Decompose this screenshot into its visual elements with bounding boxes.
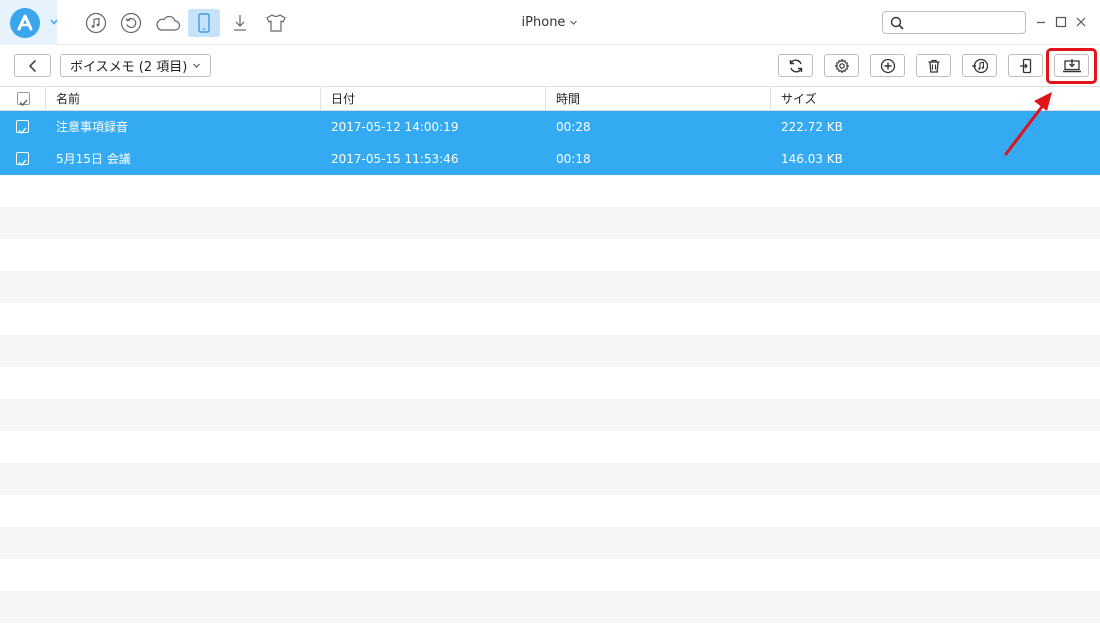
empty-row [0,431,1100,463]
empty-row [0,463,1100,495]
empty-row [0,239,1100,271]
column-header-size[interactable]: サイズ [771,87,1100,111]
select-all-cell [0,87,46,111]
search-field[interactable] [882,11,1026,34]
trash-icon [928,59,939,73]
to-device-button[interactable] [1008,54,1043,77]
maximize-icon [1055,16,1067,28]
close-icon [1076,17,1086,27]
folder-selector[interactable]: ボイスメモ (2 項目) [60,54,212,77]
title-bar: iPhone [0,0,1100,45]
search-icon [890,16,904,30]
add-button[interactable] [870,54,905,77]
to-itunes-icon [971,58,988,73]
empty-row [0,527,1100,559]
download-icon[interactable] [224,9,256,37]
empty-row [0,591,1100,623]
search-input[interactable] [909,14,1021,31]
chevron-down-icon [50,19,58,25]
row-checkbox[interactable] [16,120,29,134]
table-header: 名前 日付 時間 サイズ [0,86,1100,111]
checkmark-icon [18,127,27,134]
music-icon[interactable] [80,9,112,37]
folder-label: ボイスメモ (2 項目) [70,60,188,75]
empty-row [0,495,1100,527]
empty-row [0,175,1100,207]
empty-row [0,303,1100,335]
maximize-button[interactable] [1053,14,1069,30]
table-row[interactable]: 注意事項録音 2017-05-12 14:00:19 00:28 222.72 … [0,111,1100,143]
column-header-date[interactable]: 日付 [321,87,546,111]
tshirt-icon[interactable] [260,9,292,37]
restore-icon[interactable] [115,9,147,37]
file-table: 名前 日付 時間 サイズ 注意事項録音 2017-05-12 14:00:19 … [0,86,1100,640]
empty-row [0,559,1100,591]
column-header-duration[interactable]: 時間 [546,87,771,111]
delete-button[interactable] [916,54,951,77]
row-duration: 00:28 [556,120,591,134]
to-device-icon [1019,58,1031,73]
highlight-box [1046,48,1097,84]
row-duration: 00:18 [556,152,591,166]
row-date: 2017-05-15 11:53:46 [331,152,459,166]
cloud-icon[interactable] [152,9,184,37]
empty-row [0,367,1100,399]
to-itunes-button[interactable] [962,54,997,77]
app-logo-icon [10,8,40,38]
empty-row [0,207,1100,239]
device-selector[interactable]: iPhone [510,0,590,45]
toolbar: ボイスメモ (2 項目) [0,46,1100,86]
row-size: 146.03 KB [781,152,843,166]
gear-icon [834,58,849,73]
row-name: 5月15日 会議 [56,152,131,166]
app-window: iPhone ボイスメモ (2 項目) 名前 日付 時間 サイズ 注意事項録音 … [0,0,1100,640]
settings-button[interactable] [824,54,859,77]
chevron-left-icon [28,59,36,72]
app-logo-menu[interactable] [0,0,58,45]
row-checkbox[interactable] [16,152,29,166]
column-header-name[interactable]: 名前 [46,87,321,111]
row-date: 2017-05-12 14:00:19 [331,120,459,134]
refresh-button[interactable] [778,54,813,77]
minimize-button[interactable] [1033,14,1049,30]
select-all-checkbox[interactable] [17,92,30,106]
checkmark-icon [18,159,27,166]
refresh-icon [789,59,802,72]
device-name: iPhone [521,15,566,30]
chevron-down-icon [570,20,578,25]
row-name: 注意事項録音 [56,120,129,134]
empty-row [0,399,1100,431]
empty-row [0,271,1100,303]
empty-row [0,335,1100,367]
phone-icon[interactable] [188,9,220,37]
chevron-down-icon [193,63,201,68]
add-icon [880,58,895,73]
table-row[interactable]: 5月15日 会議 2017-05-15 11:53:46 00:18 146.0… [0,143,1100,175]
row-size: 222.72 KB [781,120,843,134]
minimize-icon [1037,21,1045,24]
checkmark-icon [19,99,28,106]
close-button[interactable] [1073,14,1089,30]
empty-row [0,623,1100,640]
back-button[interactable] [14,54,51,77]
